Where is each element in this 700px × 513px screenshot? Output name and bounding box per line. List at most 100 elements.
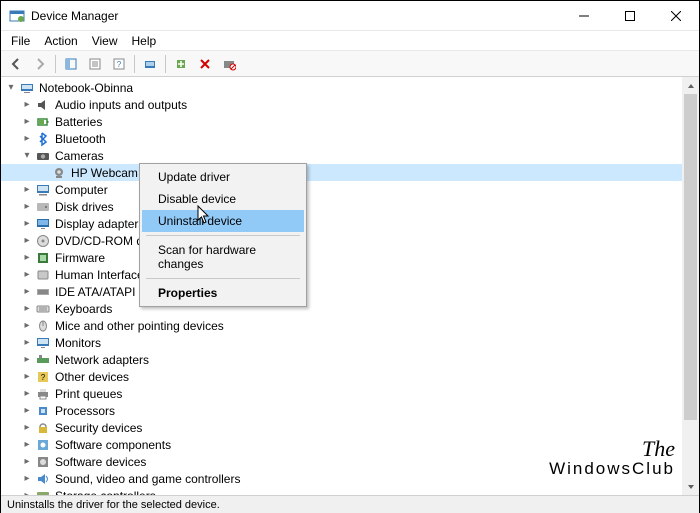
tree-item-cpu[interactable]: ▸ Processors bbox=[1, 402, 699, 419]
tree-item-webcam[interactable]: HP Webcam bbox=[1, 164, 699, 181]
context-menu: Update driver Disable device Uninstall d… bbox=[139, 163, 307, 307]
tree-item-ide[interactable]: ▸IDE ATA/ATAPI controllers bbox=[1, 283, 699, 300]
tree-item-label: Computer bbox=[55, 183, 108, 197]
tree-item-label: Bluetooth bbox=[55, 132, 106, 146]
scroll-down-button[interactable] bbox=[682, 478, 699, 495]
ctx-uninstall-device[interactable]: Uninstall device bbox=[142, 210, 304, 232]
printer-icon bbox=[35, 386, 51, 402]
tree-item-audio[interactable]: ▸Audio inputs and outputs bbox=[1, 96, 699, 113]
tree-item-label: Mice and other pointing devices bbox=[55, 319, 224, 333]
expand-icon[interactable]: ▸ bbox=[21, 473, 33, 484]
tree-item-camera[interactable]: ▾Cameras bbox=[1, 147, 699, 164]
tree-item-swdev[interactable]: ▸ Software devices bbox=[1, 453, 699, 470]
tree-item-label: Other devices bbox=[55, 370, 129, 384]
properties-button[interactable] bbox=[84, 53, 106, 75]
tree-item-monitor[interactable]: ▸Monitors bbox=[1, 334, 699, 351]
tree-item-security[interactable]: ▸Security devices bbox=[1, 419, 699, 436]
tree-item-dvd[interactable]: ▸DVD/CD-ROM drives bbox=[1, 232, 699, 249]
tree-item-storage[interactable]: ▸Storage controllers bbox=[1, 487, 699, 495]
menu-view[interactable]: View bbox=[92, 34, 118, 48]
tree-item-computer[interactable]: ▸ Computer bbox=[1, 181, 699, 198]
tree-item-mouse[interactable]: ▸ Mice and other pointing devices bbox=[1, 317, 699, 334]
expand-icon[interactable]: ▸ bbox=[21, 422, 33, 433]
tree-item-bluetooth[interactable]: ▸ Bluetooth bbox=[1, 130, 699, 147]
sound-icon bbox=[35, 471, 51, 487]
expand-icon[interactable]: ▸ bbox=[21, 201, 33, 212]
expand-icon[interactable]: ▸ bbox=[21, 388, 33, 399]
scroll-up-button[interactable] bbox=[682, 77, 699, 94]
ctx-disable-device[interactable]: Disable device bbox=[142, 188, 304, 210]
tree-item-label: Software devices bbox=[55, 455, 146, 469]
tree-item-label: HP Webcam bbox=[71, 166, 138, 180]
expand-icon[interactable]: ▸ bbox=[21, 235, 33, 246]
expand-icon[interactable]: ▸ bbox=[21, 184, 33, 195]
expand-icon[interactable]: ▸ bbox=[21, 439, 33, 450]
expand-icon[interactable]: ▸ bbox=[21, 116, 33, 127]
tree-item-network[interactable]: ▸Network adapters bbox=[1, 351, 699, 368]
expand-icon[interactable]: ▸ bbox=[21, 218, 33, 229]
window-title: Device Manager bbox=[31, 9, 561, 23]
expand-icon[interactable]: ▸ bbox=[21, 490, 33, 495]
ctx-scan-hardware[interactable]: Scan for hardware changes bbox=[142, 239, 304, 275]
tree-item-label: Keyboards bbox=[55, 302, 112, 316]
tree-item-display[interactable]: ▸ Display adapters bbox=[1, 215, 699, 232]
tree-item-swcomp[interactable]: ▸Software components bbox=[1, 436, 699, 453]
tree-item-firmware[interactable]: ▸ Firmware bbox=[1, 249, 699, 266]
tree-item-label: Processors bbox=[55, 404, 115, 418]
menubar: File Action View Help bbox=[1, 31, 699, 51]
expand-icon[interactable]: ▸ bbox=[21, 99, 33, 110]
statusbar: Uninstalls the driver for the selected d… bbox=[1, 495, 699, 513]
collapse-icon[interactable]: ▾ bbox=[21, 150, 33, 161]
expand-icon[interactable]: ▸ bbox=[21, 320, 33, 331]
collapse-icon[interactable]: ▾ bbox=[5, 82, 17, 93]
ctx-separator bbox=[146, 278, 300, 279]
security-icon bbox=[35, 420, 51, 436]
forward-button[interactable] bbox=[29, 53, 51, 75]
dvd-icon bbox=[35, 233, 51, 249]
expand-icon[interactable]: ▸ bbox=[21, 337, 33, 348]
tree-item-label: Print queues bbox=[55, 387, 122, 401]
update-driver-button[interactable] bbox=[170, 53, 192, 75]
menu-help[interactable]: Help bbox=[132, 34, 157, 48]
minimize-button[interactable] bbox=[561, 1, 607, 30]
tree-root[interactable]: ▾Notebook-Obinna bbox=[1, 79, 699, 96]
expand-icon[interactable]: ▸ bbox=[21, 456, 33, 467]
vertical-scrollbar[interactable] bbox=[682, 77, 699, 495]
scroll-track[interactable] bbox=[682, 94, 699, 478]
expand-icon[interactable]: ▸ bbox=[21, 354, 33, 365]
expand-icon[interactable]: ▸ bbox=[21, 269, 33, 280]
menu-file[interactable]: File bbox=[11, 34, 30, 48]
expand-icon[interactable]: ▸ bbox=[21, 371, 33, 382]
expand-icon[interactable]: ▸ bbox=[21, 252, 33, 263]
tree-item-sound[interactable]: ▸Sound, video and game controllers bbox=[1, 470, 699, 487]
show-hidden-button[interactable] bbox=[60, 53, 82, 75]
webcam-icon bbox=[51, 165, 67, 181]
tree-item-disk[interactable]: ▸Disk drives bbox=[1, 198, 699, 215]
tree-item-keyboard[interactable]: ▸ Keyboards bbox=[1, 300, 699, 317]
ctx-update-driver[interactable]: Update driver bbox=[142, 166, 304, 188]
back-button[interactable] bbox=[5, 53, 27, 75]
expand-icon[interactable]: ▸ bbox=[21, 133, 33, 144]
close-button[interactable] bbox=[653, 1, 699, 30]
battery-icon bbox=[35, 114, 51, 130]
tree-item-battery[interactable]: ▸Batteries bbox=[1, 113, 699, 130]
tree-item-label: Display adapters bbox=[55, 217, 144, 231]
expand-icon[interactable]: ▸ bbox=[21, 286, 33, 297]
network-icon bbox=[35, 352, 51, 368]
scroll-thumb[interactable] bbox=[684, 94, 697, 420]
svg-text:?: ? bbox=[117, 60, 122, 69]
scan-hardware-button[interactable] bbox=[139, 53, 161, 75]
monitor-icon bbox=[35, 335, 51, 351]
help-button[interactable]: ? bbox=[108, 53, 130, 75]
tree-item-printer[interactable]: ▸ Print queues bbox=[1, 385, 699, 402]
ctx-properties[interactable]: Properties bbox=[142, 282, 304, 304]
maximize-button[interactable] bbox=[607, 1, 653, 30]
tree-item-hid[interactable]: ▸Human Interface Devices bbox=[1, 266, 699, 283]
disable-button[interactable] bbox=[218, 53, 240, 75]
menu-action[interactable]: Action bbox=[44, 34, 77, 48]
tree-item-other[interactable]: ▸?Other devices bbox=[1, 368, 699, 385]
tree-item-label: Firmware bbox=[55, 251, 105, 265]
expand-icon[interactable]: ▸ bbox=[21, 405, 33, 416]
uninstall-button[interactable] bbox=[194, 53, 216, 75]
expand-icon[interactable]: ▸ bbox=[21, 303, 33, 314]
